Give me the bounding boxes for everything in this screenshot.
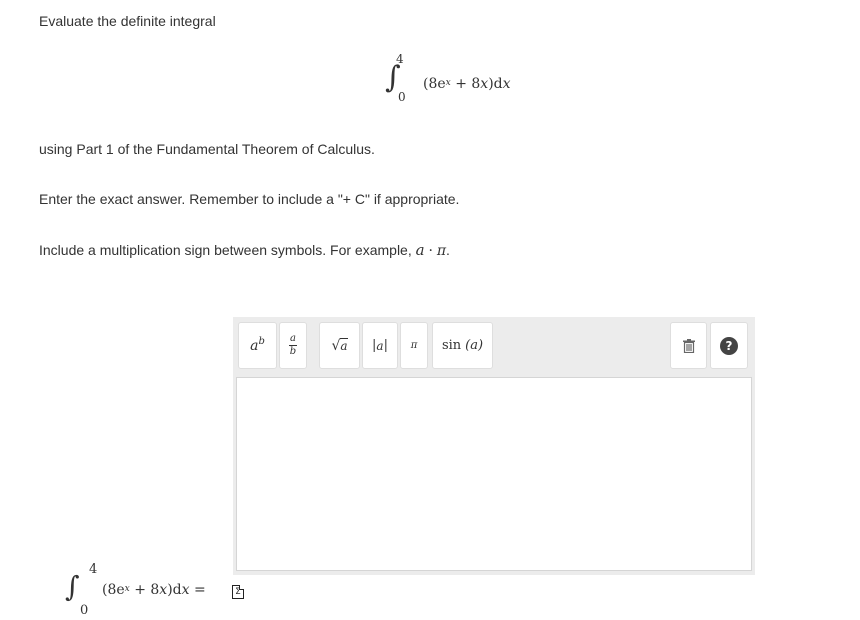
question-intro: Evaluate the definite integral <box>39 13 216 29</box>
fraction-button[interactable]: ab <box>279 322 307 369</box>
upper-limit: 4 <box>396 52 404 66</box>
lower-limit: 0 <box>398 90 406 104</box>
abs-button[interactable]: | a | <box>362 322 398 369</box>
instruction-multiplication: Include a multiplication sign between sy… <box>39 241 450 259</box>
lower-limit: 0 <box>80 603 89 618</box>
integrand: (8ex + 8x)dx <box>423 76 511 92</box>
instruction-ftc: using Part 1 of the Fundamental Theorem … <box>39 141 375 157</box>
help-icon: ? <box>720 336 738 355</box>
answer-preview: ∫ 4 0 (8ex + 8x)dx = Σ <box>65 560 285 620</box>
trash-icon <box>682 338 695 353</box>
answer-input[interactable] <box>236 377 752 571</box>
equation-editor-icon[interactable]: Σ <box>232 585 244 599</box>
integrand: (8ex + 8x)dx = <box>102 582 206 598</box>
math-editor: ab ab √ a | a | π sin (a) ? <box>233 317 755 575</box>
sqrt-button[interactable]: √ a <box>319 322 360 369</box>
sqrt-icon: √ <box>331 337 341 354</box>
upper-limit: 4 <box>89 562 98 577</box>
display-integral: ∫ 4 0 (8ex + 8x)dx <box>385 52 585 108</box>
integral-sign: ∫ <box>65 570 80 603</box>
math-toolbar: ab ab √ a | a | π sin (a) ? <box>233 317 755 377</box>
sin-button[interactable]: sin (a) <box>432 322 493 369</box>
help-button[interactable]: ? <box>710 322 748 369</box>
power-button[interactable]: ab <box>238 322 277 369</box>
instruction-exact-answer: Enter the exact answer. Remember to incl… <box>39 191 460 207</box>
clear-button[interactable] <box>670 322 707 369</box>
pi-button[interactable]: π <box>400 322 428 369</box>
